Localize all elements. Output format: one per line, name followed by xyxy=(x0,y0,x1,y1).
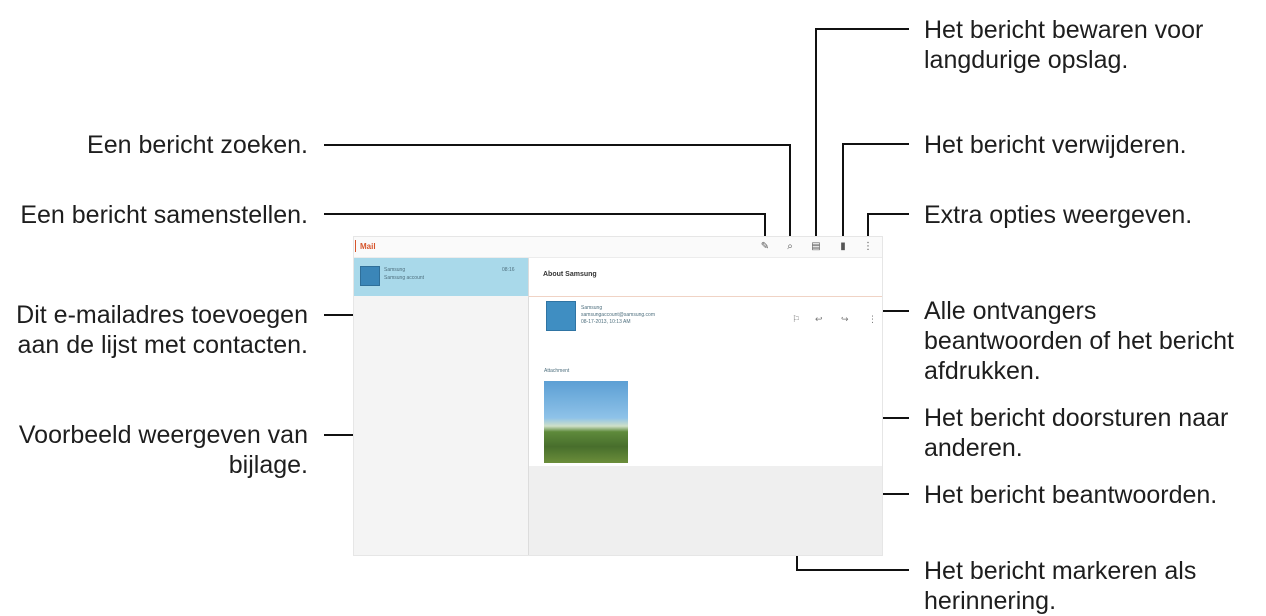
list-item[interactable]: Samsung Samsung account 08:16 xyxy=(354,258,528,296)
compose-icon[interactable]: ✎ xyxy=(759,241,771,253)
leader-delete xyxy=(842,143,909,145)
email-sender: Samsung xyxy=(581,305,603,311)
callout-add-contact: Dit e-mailadres toevoegen aan de lijst m… xyxy=(16,301,308,359)
callout-preview: Voorbeeld weergeven van bijlage. xyxy=(18,421,308,479)
attachment-thumbnail[interactable] xyxy=(544,381,628,463)
divider xyxy=(529,296,882,297)
action-bar: Mail ✎ ⌕ ▤ ▮ ⋮ xyxy=(354,237,882,258)
list-item-time: 08:16 xyxy=(502,267,515,273)
search-icon[interactable]: ⌕ xyxy=(784,241,796,253)
leader-flag xyxy=(796,569,909,571)
email-detail-2: 08-17-2013, 10:13 AM xyxy=(581,319,631,325)
avatar xyxy=(360,266,380,286)
callout-reply: Het bericht beantwoorden. xyxy=(924,481,1218,509)
callout-forward: Het bericht doorsturen naar anderen. xyxy=(924,404,1229,462)
callout-compose: Een bericht samenstellen. xyxy=(20,201,308,229)
leader-compose xyxy=(324,213,766,215)
sender-avatar-button[interactable] xyxy=(546,301,576,331)
content-footer xyxy=(529,466,882,555)
leader-save-down xyxy=(815,28,817,244)
reply-all-icon[interactable]: ⋮ xyxy=(868,314,877,324)
callout-flag: Het bericht markeren als herinnering. xyxy=(924,557,1197,615)
leader-save xyxy=(815,28,909,30)
callout-save: Het bericht bewaren voor langdurige opsl… xyxy=(924,16,1204,74)
flag-icon[interactable]: ⚐ xyxy=(792,314,800,324)
message-list: Samsung Samsung account 08:16 xyxy=(354,258,529,555)
email-detail-1: samsungaccount@samsung.com xyxy=(581,312,655,318)
list-item-sender: Samsung xyxy=(384,267,406,273)
email-app-screenshot: Mail ✎ ⌕ ▤ ▮ ⋮ Samsung Samsung account 0… xyxy=(353,236,883,556)
leader-search-down xyxy=(789,144,791,244)
callout-delete: Het bericht verwijderen. xyxy=(924,131,1187,159)
reply-icon[interactable]: ↩ xyxy=(815,314,823,324)
callout-reply-all: Alle ontvangers beantwoorden of het beri… xyxy=(924,297,1234,385)
callout-more: Extra opties weergeven. xyxy=(924,201,1193,229)
more-options-icon[interactable]: ⋮ xyxy=(862,241,874,253)
forward-icon[interactable]: ↪ xyxy=(841,314,849,324)
list-item-preview: Samsung account xyxy=(384,275,425,281)
leader-more xyxy=(867,213,909,215)
leader-delete-down xyxy=(842,143,844,244)
save-icon[interactable]: ▤ xyxy=(810,241,822,253)
attachment-label: Attachment xyxy=(544,368,570,374)
callout-search: Een bericht zoeken. xyxy=(87,131,308,159)
app-title: Mail xyxy=(355,240,376,252)
email-subject: About Samsung xyxy=(543,271,597,278)
delete-icon[interactable]: ▮ xyxy=(837,241,849,253)
leader-search xyxy=(324,144,791,146)
